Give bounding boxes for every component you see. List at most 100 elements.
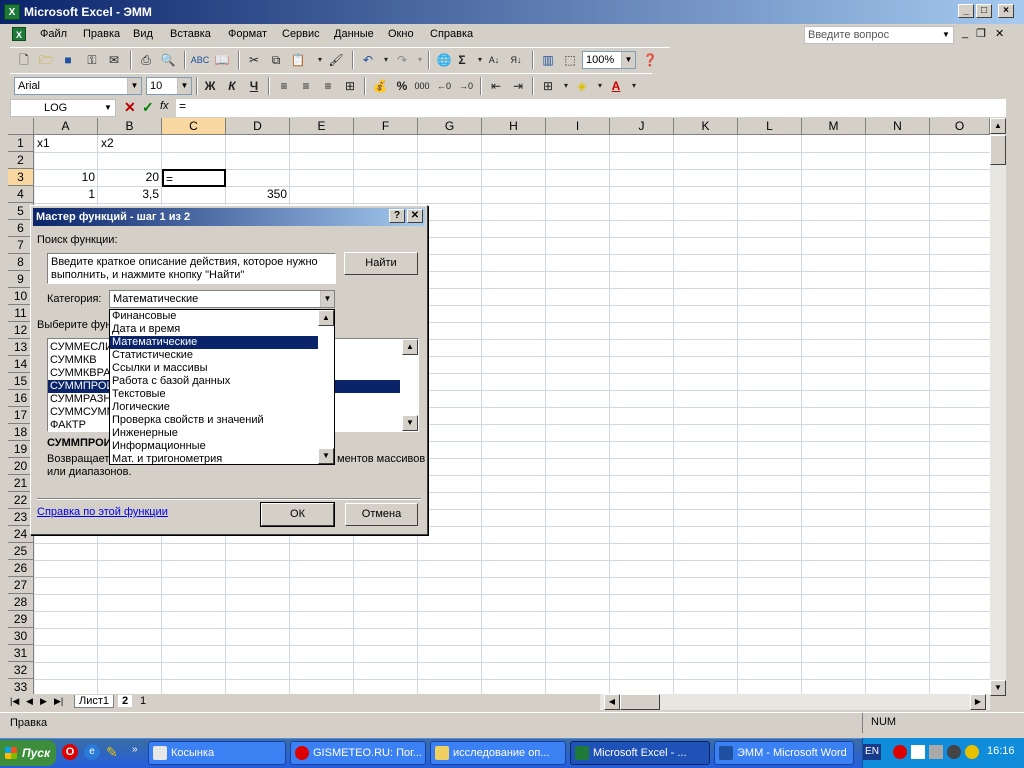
vertical-scrollbar[interactable]: ▲ ▼ — [990, 118, 1006, 696]
opera-quicklaunch-icon[interactable]: O — [62, 744, 78, 760]
menu-format[interactable]: Формат — [228, 28, 267, 40]
network-icon[interactable] — [929, 745, 943, 759]
decrease-decimal-icon[interactable]: →0 — [456, 77, 476, 95]
select-all-corner[interactable] — [8, 118, 34, 135]
taskbar-item-solitaire[interactable]: Косынка — [148, 741, 286, 765]
next-sheet-icon[interactable]: ▶ — [40, 696, 47, 707]
new-icon[interactable]: 🗋 — [14, 51, 34, 69]
scroll-up-icon[interactable]: ▲ — [990, 118, 1006, 134]
chart-wizard-icon[interactable]: ▥ — [538, 51, 558, 69]
sort-descending-icon[interactable]: Я↓ — [506, 51, 526, 69]
font-color-dropdown-icon[interactable]: ▾ — [624, 77, 644, 95]
align-center-icon[interactable]: ≡ — [296, 77, 316, 95]
row-header[interactable]: 25 — [8, 543, 34, 560]
doc-minimize-button[interactable]: _ — [962, 27, 968, 39]
minimize-button[interactable]: _ — [958, 4, 974, 18]
tab-sheet-2[interactable]: 2 — [118, 695, 133, 707]
cell-c3-active[interactable]: = — [162, 169, 226, 187]
merge-center-icon[interactable]: ⊞ — [340, 77, 360, 95]
quicklaunch-more-icon[interactable]: » — [132, 744, 138, 755]
row-header[interactable]: 2 — [8, 152, 34, 169]
row-header[interactable]: 30 — [8, 628, 34, 645]
list-item[interactable]: Проверка свойств и значений — [110, 414, 334, 427]
chevron-down-icon[interactable]: ▼ — [101, 100, 115, 116]
column-header[interactable]: F — [354, 118, 418, 135]
fill-color-icon[interactable]: ◈ — [572, 77, 592, 95]
tab-sheet-1[interactable]: 1 — [136, 695, 150, 707]
dialog-help-button[interactable]: ? — [389, 209, 405, 223]
dialog-close-button[interactable]: ✕ — [407, 209, 423, 223]
taskbar-item-excel[interactable]: Microsoft Excel - ... — [570, 741, 710, 765]
last-sheet-icon[interactable]: ▶| — [54, 696, 63, 707]
menu-file[interactable]: Файл — [40, 28, 67, 40]
spelling-icon[interactable]: ABC — [190, 51, 210, 69]
row-header[interactable]: 32 — [8, 662, 34, 679]
format-painter-icon[interactable]: 🖌 — [326, 51, 346, 69]
tray-app3-icon[interactable] — [965, 745, 979, 759]
permission-icon[interactable]: ⚿ — [82, 51, 102, 69]
decrease-indent-icon[interactable]: ⇤ — [486, 77, 506, 95]
list-item[interactable]: Текстовые — [110, 388, 334, 401]
thousands-button[interactable]: 000 — [412, 77, 432, 95]
maximize-button[interactable]: □ — [976, 4, 992, 18]
print-preview-icon[interactable]: 🔍 — [158, 51, 178, 69]
tray-app-icon[interactable] — [911, 745, 925, 759]
row-header[interactable]: 29 — [8, 611, 34, 628]
column-header[interactable]: I — [546, 118, 610, 135]
underline-button[interactable]: Ч — [244, 77, 264, 95]
doc-restore-button[interactable]: ❐ — [976, 27, 986, 40]
redo-icon[interactable]: ↷ — [392, 51, 412, 69]
menu-view[interactable]: Вид — [133, 28, 153, 40]
cell-b1[interactable]: x2 — [99, 135, 161, 152]
row-header[interactable]: 27 — [8, 577, 34, 594]
cell-d4[interactable]: 350 — [227, 186, 289, 203]
scroll-right-icon[interactable]: ▶ — [970, 694, 986, 710]
formula-input[interactable]: = — [176, 99, 1006, 117]
column-header[interactable]: L — [738, 118, 802, 135]
menu-data[interactable]: Данные — [334, 28, 374, 40]
cell-a3[interactable]: 10 — [35, 169, 97, 186]
hscroll-thumb[interactable] — [620, 694, 660, 710]
list-item[interactable]: Инженерные — [110, 427, 334, 440]
insert-function-icon[interactable]: fx — [160, 100, 169, 112]
row-header[interactable]: 31 — [8, 645, 34, 662]
cancel-icon[interactable]: ✕ — [124, 99, 136, 116]
menu-edit[interactable]: Правка — [83, 28, 120, 40]
enter-icon[interactable]: ✓ — [142, 99, 154, 116]
paste-icon[interactable]: 📋 — [288, 51, 308, 69]
undo-icon[interactable]: ↶ — [358, 51, 378, 69]
font-size-select[interactable]: 10 ▼ — [146, 77, 192, 95]
dropdown-scroll-up-icon[interactable]: ▲ — [318, 310, 334, 326]
list-item-selected[interactable]: Математические — [110, 336, 318, 349]
cancel-button[interactable]: Отмена — [345, 503, 418, 526]
menu-tools[interactable]: Сервис — [282, 28, 320, 40]
ok-button[interactable]: ОК — [260, 502, 335, 527]
column-header[interactable]: E — [290, 118, 354, 135]
percent-button[interactable]: % — [392, 77, 412, 95]
row-header[interactable]: 26 — [8, 560, 34, 577]
open-icon[interactable]: 🗁 — [36, 51, 56, 69]
taskbar-item-word[interactable]: ЭММ - Microsoft Word — [714, 741, 854, 765]
first-sheet-icon[interactable]: |◀ — [10, 696, 19, 707]
column-header[interactable]: K — [674, 118, 738, 135]
chevron-down-icon[interactable]: ▼ — [320, 291, 334, 307]
column-header[interactable]: N — [866, 118, 930, 135]
close-button[interactable]: × — [998, 4, 1014, 18]
column-header[interactable]: C — [162, 118, 226, 135]
column-header[interactable]: D — [226, 118, 290, 135]
research-icon[interactable]: 📖 — [212, 51, 232, 69]
font-color-icon[interactable]: A — [606, 77, 626, 95]
borders-icon[interactable]: ⊞ — [538, 77, 558, 95]
column-header[interactable]: A — [34, 118, 98, 135]
help-icon[interactable]: ❓ — [640, 51, 660, 69]
help-link[interactable]: Справка по этой функции — [37, 506, 168, 518]
font-select[interactable]: Arial ▼ — [14, 77, 142, 95]
chevron-down-icon[interactable]: ▼ — [939, 27, 953, 43]
cell-a1[interactable]: x1 — [35, 135, 97, 152]
cell-b4[interactable]: 3,5 — [99, 186, 161, 203]
currency-icon[interactable]: 💰 — [370, 77, 390, 95]
column-header[interactable]: B — [98, 118, 162, 135]
find-button[interactable]: Найти — [344, 252, 418, 275]
menu-insert[interactable]: Вставка — [170, 28, 211, 40]
list-item[interactable]: Логические — [110, 401, 334, 414]
